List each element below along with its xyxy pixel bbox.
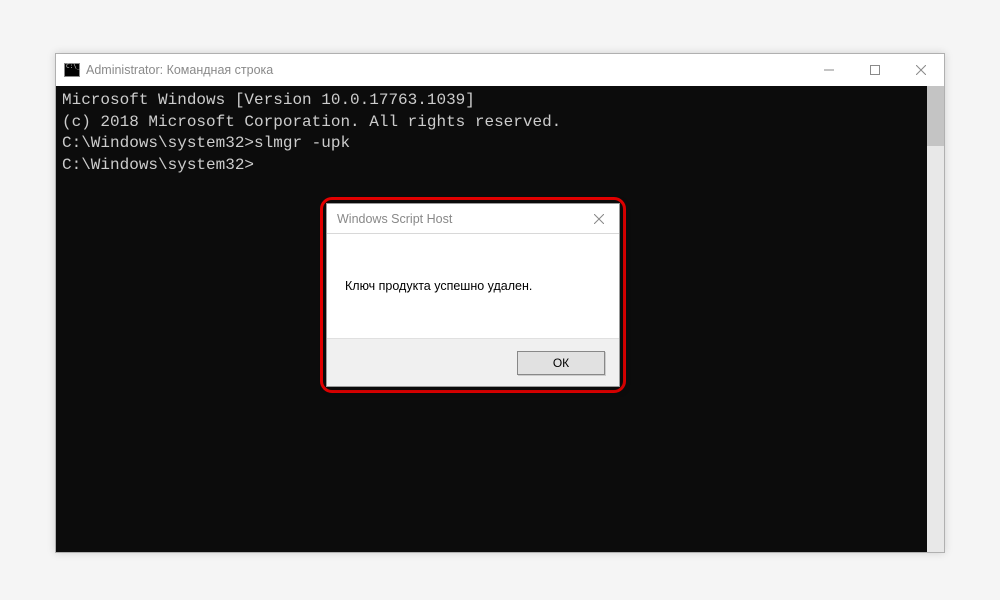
- dialog-footer: ОК: [327, 338, 619, 386]
- maximize-button[interactable]: [852, 54, 898, 86]
- close-button[interactable]: [898, 54, 944, 86]
- dialog-titlebar[interactable]: Windows Script Host: [327, 204, 619, 234]
- scrollbar-thumb[interactable]: [927, 86, 944, 146]
- command: slmgr -upk: [254, 134, 350, 152]
- ok-button[interactable]: ОК: [517, 351, 605, 375]
- terminal-line: (c) 2018 Microsoft Corporation. All righ…: [62, 112, 921, 134]
- window-controls: [806, 54, 944, 86]
- terminal-prompt-line: C:\Windows\system32>: [62, 155, 921, 177]
- prompt: C:\Windows\system32>: [62, 134, 254, 152]
- dialog-close-button[interactable]: [579, 204, 619, 233]
- dialog-message: Ключ продукта успешно удален.: [345, 279, 532, 293]
- vertical-scrollbar[interactable]: [927, 86, 944, 552]
- minimize-button[interactable]: [806, 54, 852, 86]
- cmd-icon: [64, 63, 80, 77]
- window-title: Administrator: Командная строка: [86, 63, 806, 77]
- terminal-prompt-line: C:\Windows\system32>slmgr -upk: [62, 133, 921, 155]
- titlebar[interactable]: Administrator: Командная строка: [56, 54, 944, 86]
- script-host-dialog: Windows Script Host Ключ продукта успешн…: [326, 203, 620, 387]
- terminal-line: Microsoft Windows [Version 10.0.17763.10…: [62, 90, 921, 112]
- dialog-body: Ключ продукта успешно удален.: [327, 234, 619, 338]
- dialog-title: Windows Script Host: [337, 212, 579, 226]
